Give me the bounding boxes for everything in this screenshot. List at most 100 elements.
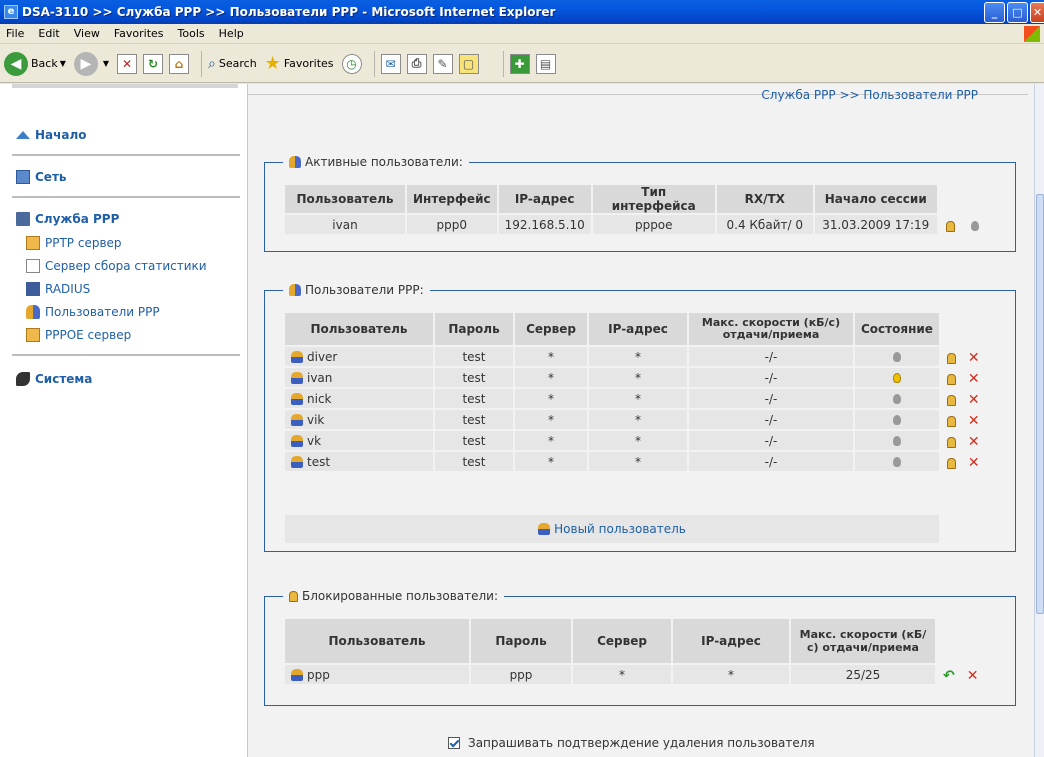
user-link[interactable]: diver: [307, 350, 337, 364]
lock-icon: [289, 590, 298, 602]
delete-icon[interactable]: ✕: [968, 413, 980, 429]
nav-pppoe-server[interactable]: PPPOE сервер: [26, 328, 131, 342]
col-ip: IP-адрес: [589, 313, 689, 347]
lightbulb-icon: [892, 435, 901, 446]
lock-icon[interactable]: [946, 415, 956, 427]
user-link[interactable]: test: [307, 455, 330, 469]
table-header-row: Пользователь Интерфейс IP-адрес Тип инте…: [285, 185, 987, 215]
user-link[interactable]: ppp: [307, 668, 330, 682]
nav-ppp-service[interactable]: Служба PPP: [16, 212, 119, 226]
lock-icon[interactable]: [946, 436, 956, 448]
col-interface: Интерфейс: [407, 185, 499, 215]
user-link[interactable]: vik: [307, 413, 324, 427]
cell-user[interactable]: nick: [285, 389, 435, 410]
browser-toolbar: ◀ Back ▼ ▶ ▼ ✕ ↻ ⌂ ⌕ Search ★ Favorites …: [0, 45, 1044, 83]
search-button[interactable]: ⌕ Search: [208, 56, 257, 72]
scrollbar-thumb[interactable]: [1036, 194, 1044, 614]
user-icon: [291, 434, 303, 447]
page-scrollbar[interactable]: [1034, 84, 1044, 757]
col-max-speed: Макс. скорости (кБ/с) отдачи/приема: [791, 619, 937, 665]
user-link[interactable]: nick: [307, 392, 332, 406]
cell-state: [855, 410, 941, 431]
toolbar-separator: [201, 50, 203, 77]
minimize-button[interactable]: _: [984, 2, 1005, 23]
back-arrow-icon: ◀: [4, 51, 28, 76]
delete-icon[interactable]: ✕: [968, 371, 980, 387]
messenger-icon[interactable]: ✚: [509, 53, 530, 74]
windows-logo-icon: [1024, 26, 1040, 42]
lightbulb-icon[interactable]: [970, 220, 979, 231]
maximize-button[interactable]: □: [1007, 2, 1028, 23]
home-icon[interactable]: ⌂: [169, 53, 190, 74]
stop-icon[interactable]: ✕: [117, 53, 138, 74]
menu-file[interactable]: File: [6, 27, 24, 40]
nav-system[interactable]: Система: [16, 372, 92, 386]
cell-max-speed: -/-: [689, 452, 855, 473]
nav-pptp-server[interactable]: PPTP сервер: [26, 236, 122, 250]
cell-server: *: [573, 665, 673, 686]
delete-icon[interactable]: ✕: [968, 455, 980, 471]
delete-icon[interactable]: ✕: [968, 350, 980, 366]
menu-view[interactable]: View: [74, 27, 100, 40]
menu-help[interactable]: Help: [219, 27, 244, 40]
forward-dropdown-icon[interactable]: ▼: [103, 59, 109, 68]
research-icon[interactable]: ▤: [535, 53, 556, 74]
cell-user[interactable]: vik: [285, 410, 435, 431]
table-header-row: Пользователь Пароль Сервер IP-адрес Макс…: [285, 313, 986, 347]
print-icon[interactable]: ⎙: [406, 53, 427, 74]
menu-favorites[interactable]: Favorites: [114, 27, 164, 40]
confirm-delete-option[interactable]: Запрашивать подтверждение удаления польз…: [448, 736, 815, 750]
table-row: ivan ppp0 192.168.5.10 pppoe 0.4 Кбайт/ …: [285, 215, 987, 236]
history-icon[interactable]: ◷: [341, 53, 362, 74]
nav-home[interactable]: Начало: [16, 128, 87, 142]
cell-user: ivan: [285, 215, 407, 236]
col-lock: [939, 185, 963, 215]
cell-user[interactable]: ppp: [285, 665, 471, 686]
delete-icon[interactable]: ✕: [968, 392, 980, 408]
menu-edit[interactable]: Edit: [38, 27, 59, 40]
back-button[interactable]: ◀ Back ▼: [4, 51, 66, 76]
close-button[interactable]: ✕: [1030, 2, 1044, 23]
lock-icon[interactable]: [946, 457, 956, 469]
lightbulb-icon: [892, 393, 901, 404]
cell-user[interactable]: vk: [285, 431, 435, 452]
ppp-users-table: Пользователь Пароль Сервер IP-адрес Макс…: [285, 313, 986, 473]
nav-stats-server[interactable]: Сервер сбора статистики: [26, 259, 207, 273]
delete-icon[interactable]: ✕: [967, 668, 979, 684]
forward-button[interactable]: ▶ ▼: [73, 51, 109, 76]
cell-max-speed: 25/25: [791, 665, 937, 686]
edit-icon[interactable]: ✎: [432, 53, 453, 74]
toolbar-separator: [502, 50, 504, 77]
cell-ip: *: [589, 410, 689, 431]
refresh-icon[interactable]: ↻: [143, 53, 164, 74]
cell-ip: *: [673, 665, 791, 686]
cell-lock: [939, 215, 963, 236]
confirm-delete-checkbox[interactable]: [448, 737, 460, 749]
user-link[interactable]: ivan: [307, 371, 332, 385]
user-link[interactable]: vk: [307, 434, 321, 448]
lock-icon[interactable]: [946, 220, 956, 232]
mail-icon[interactable]: ✉: [380, 53, 401, 74]
cell-server: *: [515, 347, 589, 368]
lock-icon[interactable]: [946, 352, 956, 364]
nav-system-label: Система: [35, 372, 93, 386]
new-user-link[interactable]: Новый пользователь: [285, 515, 939, 543]
nav-ppp-users[interactable]: Пользователи PPP: [26, 305, 160, 319]
nav-ppp-users-label: Пользователи PPP: [45, 305, 160, 319]
cell-user[interactable]: test: [285, 452, 435, 473]
cell-rxtx: 0.4 Кбайт/ 0: [716, 215, 815, 236]
nav-network[interactable]: Сеть: [16, 170, 67, 184]
discuss-icon[interactable]: ▢: [458, 53, 479, 74]
favorites-button[interactable]: ★ Favorites: [265, 53, 334, 74]
cell-user[interactable]: diver: [285, 347, 435, 368]
back-dropdown-icon[interactable]: ▼: [60, 59, 66, 68]
lock-icon[interactable]: [946, 394, 956, 406]
cell-user[interactable]: ivan: [285, 368, 435, 389]
nav-radius[interactable]: RADIUS: [26, 282, 90, 296]
cell-state: [855, 368, 941, 389]
lock-icon[interactable]: [946, 373, 956, 385]
cell-ip: *: [589, 452, 689, 473]
menu-tools[interactable]: Tools: [178, 27, 205, 40]
unlock-arrow-icon[interactable]: ↶: [943, 668, 955, 684]
delete-icon[interactable]: ✕: [968, 434, 980, 450]
